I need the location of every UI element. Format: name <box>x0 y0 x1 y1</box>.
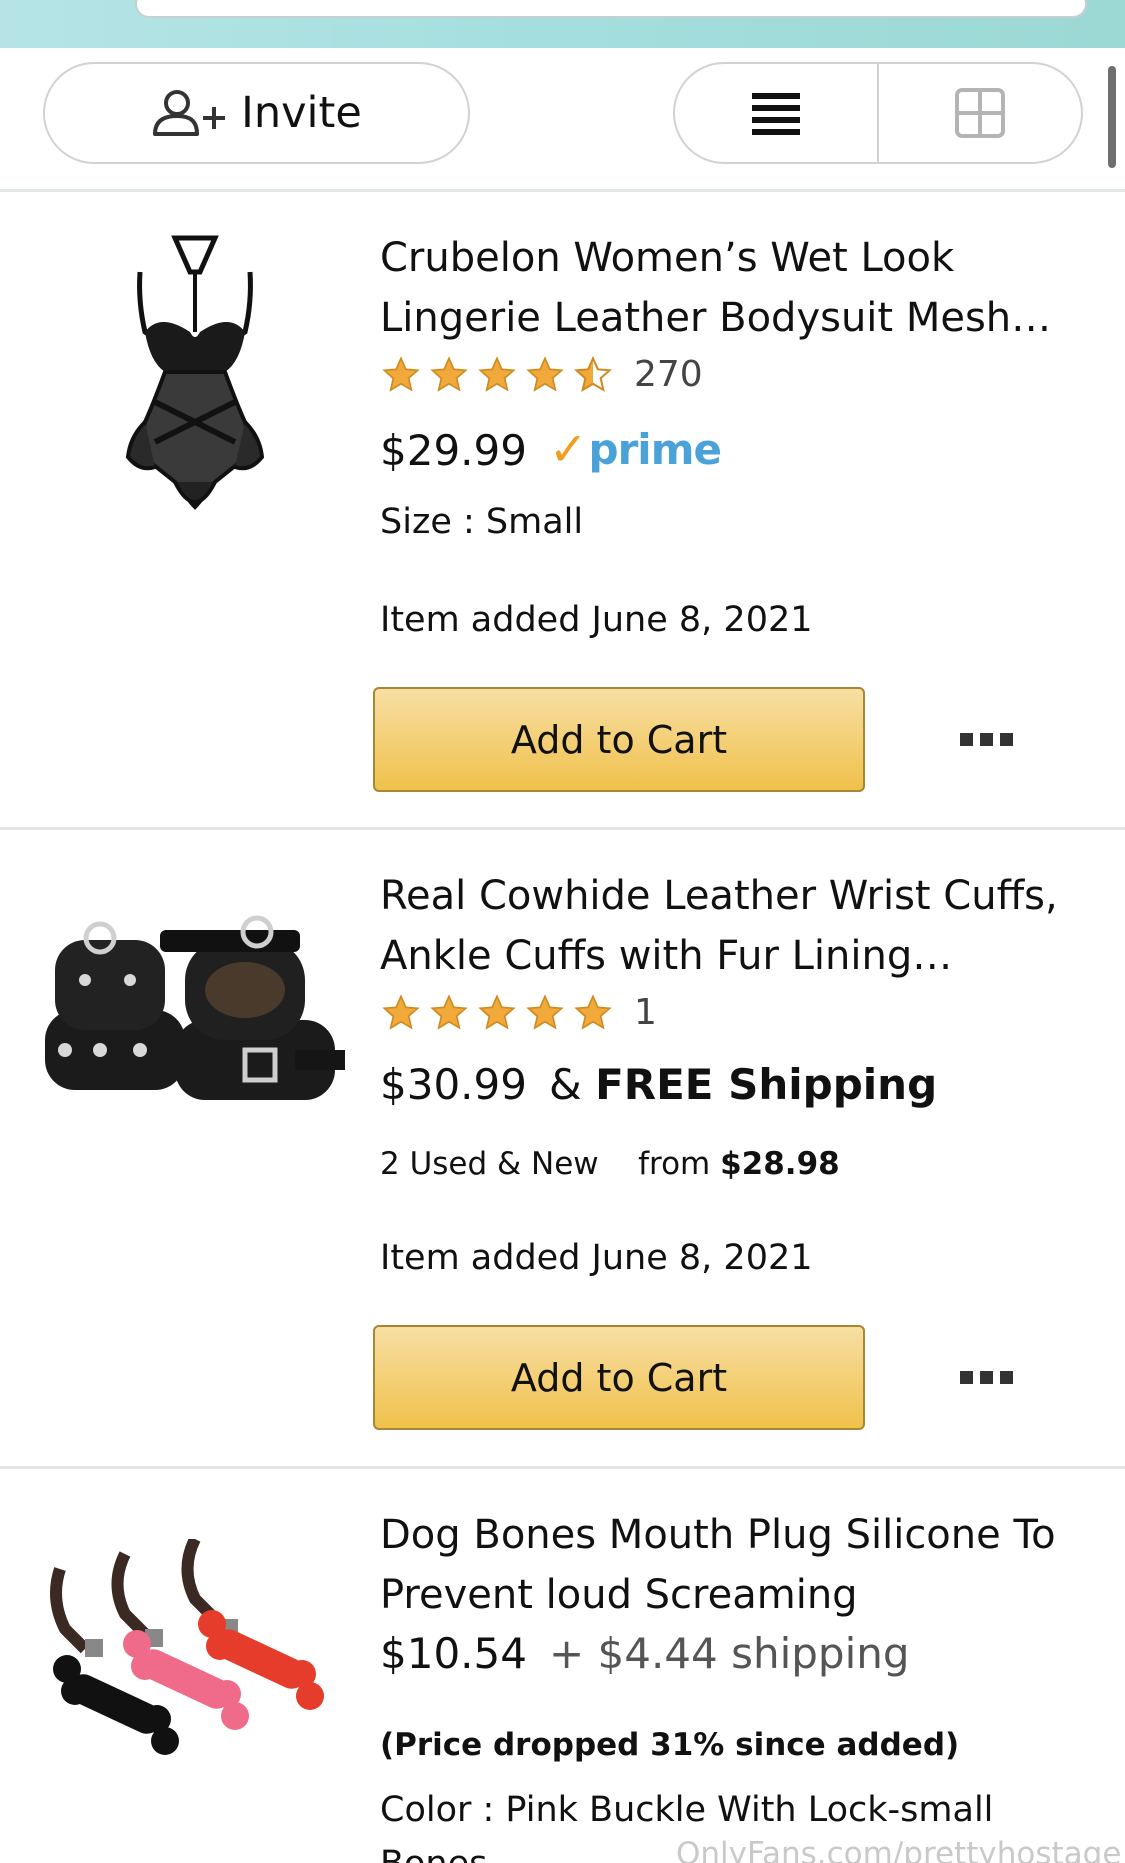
date-added: Item added June 8, 2021 <box>380 600 813 640</box>
invite-button[interactable]: Invite <box>43 62 470 164</box>
grid-view-button[interactable] <box>879 64 1081 162</box>
size-label: Size : Small <box>380 502 584 542</box>
product-title-line: Crubelon Women’s Wet Look <box>380 235 955 281</box>
star-full-icon <box>478 355 516 392</box>
product-title[interactable]: Crubelon Women’s Wet Look Lingerie Leath… <box>380 228 1100 348</box>
more-dot-icon <box>960 1370 973 1384</box>
price: $10.54 <box>380 1629 527 1678</box>
price-row: $10.54 + $4.44 shipping <box>380 1629 910 1678</box>
from-price: $28.98 <box>720 1146 840 1182</box>
price: $29.99 <box>380 426 527 475</box>
product-title[interactable]: Real Cowhide Leather Wrist Cuffs, Ankle … <box>380 866 1100 986</box>
shipping-cost: + $4.44 shipping <box>548 1629 910 1678</box>
product-title-line: Prevent loud Screaming <box>380 1572 858 1618</box>
list-toolbar: Invite <box>0 48 1125 190</box>
product-title[interactable]: Dog Bones Mouth Plug Silicone To Prevent… <box>380 1505 1100 1625</box>
top-bar <box>0 0 1125 48</box>
price-drop-note: (Price dropped 31% since added) <box>380 1727 960 1763</box>
price-row: $29.99 ✓ prime <box>380 422 722 476</box>
list-view-icon <box>752 93 800 135</box>
price: $30.99 <box>380 1060 527 1109</box>
star-half-icon <box>573 355 613 392</box>
color-label-line: Color : Pink Buckle With Lock-small <box>380 1790 994 1830</box>
add-person-icon <box>153 90 226 136</box>
list-item: Dog Bones Mouth Plug Silicone To Prevent… <box>0 1469 1125 1863</box>
star-rating[interactable]: 1 <box>380 992 657 1033</box>
scrollbar[interactable] <box>1108 66 1116 168</box>
prime-label: prime <box>588 424 722 474</box>
date-added: Item added June 8, 2021 <box>380 1238 813 1278</box>
more-dot-icon <box>960 732 973 746</box>
more-dot-icon <box>1000 1370 1013 1384</box>
free-shipping-label: & FREE Shipping <box>549 1060 937 1109</box>
view-toggle <box>673 62 1083 164</box>
mouth-plug-product-image[interactable] <box>45 1539 345 1779</box>
grid-view-icon <box>955 88 1005 138</box>
search-box[interactable] <box>135 0 1087 18</box>
used-new-label: 2 Used & New <box>380 1146 599 1182</box>
product-title-line: Dog Bones Mouth Plug Silicone To <box>380 1512 1056 1558</box>
add-to-cart-button[interactable]: Add to Cart <box>373 687 865 792</box>
star-rating[interactable]: 270 <box>380 354 703 395</box>
from-label: from <box>638 1146 721 1182</box>
list-item: Crubelon Women’s Wet Look Lingerie Leath… <box>0 192 1125 826</box>
product-title-line: Real Cowhide Leather Wrist Cuffs, <box>380 873 1058 919</box>
star-full-icon <box>574 993 612 1030</box>
invite-label: Invite <box>241 88 362 138</box>
add-to-cart-button[interactable]: Add to Cart <box>373 1325 865 1430</box>
rating-count: 270 <box>634 354 703 395</box>
star-full-icon <box>430 355 468 392</box>
price-row: $30.99 & FREE Shipping <box>380 1060 937 1109</box>
more-dot-icon <box>980 1370 993 1384</box>
product-title-line: Lingerie Leather Bodysuit Mesh… <box>380 295 1052 341</box>
more-dot-icon <box>1000 732 1013 746</box>
bodysuit-product-image[interactable] <box>120 232 270 532</box>
prime-check-icon: ✓ <box>548 422 588 476</box>
more-dot-icon <box>980 732 993 746</box>
star-full-icon <box>526 993 564 1030</box>
watermark: OnlyFans.com/prettyhostage <box>676 1836 1122 1863</box>
prime-badge: ✓ prime <box>548 422 722 476</box>
leather-cuffs-product-image[interactable] <box>45 910 345 1130</box>
more-options-button[interactable] <box>960 724 1024 754</box>
product-title-line: Ankle Cuffs with Fur Lining… <box>380 933 953 979</box>
free-shipping-text: FREE Shipping <box>595 1060 938 1109</box>
star-full-icon <box>526 355 564 392</box>
star-full-icon <box>430 993 468 1030</box>
shipping-prefix: & <box>548 1060 596 1109</box>
more-options-button[interactable] <box>960 1362 1024 1392</box>
rating-count: 1 <box>634 992 657 1033</box>
star-full-icon <box>382 355 420 392</box>
star-full-icon <box>382 993 420 1030</box>
list-view-button[interactable] <box>675 64 879 162</box>
star-full-icon <box>478 993 516 1030</box>
list-item: Real Cowhide Leather Wrist Cuffs, Ankle … <box>0 830 1125 1464</box>
used-new-offers[interactable]: 2 Used & New from $28.98 <box>380 1146 840 1182</box>
